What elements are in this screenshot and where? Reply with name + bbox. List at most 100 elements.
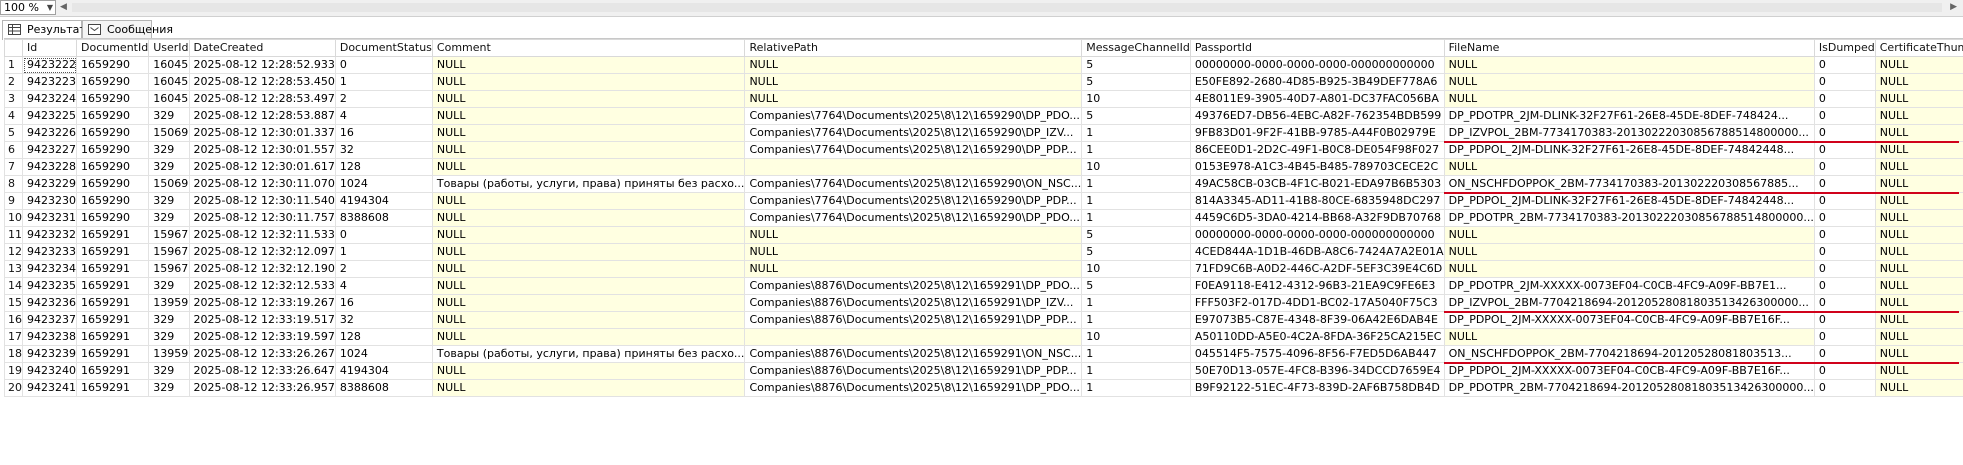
- table-cell[interactable]: 16045: [149, 74, 189, 91]
- table-cell[interactable]: 1659291: [77, 295, 149, 312]
- table-cell[interactable]: 86CEE0D1-2D2C-49F1-B0C8-DE054F98F027: [1190, 142, 1444, 159]
- row-number[interactable]: 7: [5, 159, 23, 176]
- table-cell[interactable]: NULL: [432, 312, 745, 329]
- table-cell[interactable]: 9423241: [23, 380, 77, 397]
- column-header[interactable]: DocumentStatus: [335, 40, 432, 57]
- table-cell[interactable]: Companies\7764\Documents\2025\8\12\16592…: [745, 125, 1082, 142]
- table-cell[interactable]: 15967: [149, 227, 189, 244]
- table-cell[interactable]: 0: [1814, 244, 1875, 261]
- table-cell[interactable]: NULL: [1875, 295, 1963, 312]
- table-cell[interactable]: 2025-08-12 12:32:12.097: [189, 244, 335, 261]
- table-cell[interactable]: NULL: [1875, 159, 1963, 176]
- table-cell[interactable]: NULL: [1875, 261, 1963, 278]
- table-cell[interactable]: 9423240: [23, 363, 77, 380]
- table-cell[interactable]: NULL: [745, 91, 1082, 108]
- table-cell[interactable]: 16: [335, 125, 432, 142]
- column-header[interactable]: Comment: [432, 40, 745, 57]
- table-cell[interactable]: NULL: [1875, 210, 1963, 227]
- table-cell[interactable]: NULL: [432, 57, 745, 74]
- column-header[interactable]: DocumentId: [77, 40, 149, 57]
- table-cell[interactable]: NULL: [432, 193, 745, 210]
- column-header[interactable]: DateCreated: [189, 40, 335, 57]
- table-cell[interactable]: DP_PDOTPR_2BM-7704218694-201205280818035…: [1444, 380, 1814, 397]
- table-cell[interactable]: Companies\7764\Documents\2025\8\12\16592…: [745, 142, 1082, 159]
- table-cell[interactable]: 2025-08-12 12:33:19.517: [189, 312, 335, 329]
- table-cell[interactable]: 2025-08-12 12:30:01.337: [189, 125, 335, 142]
- table-cell[interactable]: 2025-08-12 12:33:19.267: [189, 295, 335, 312]
- row-number[interactable]: 12: [5, 244, 23, 261]
- table-cell[interactable]: 1: [1082, 210, 1191, 227]
- table-cell[interactable]: 10: [1082, 329, 1191, 346]
- table-cell[interactable]: 0: [1814, 261, 1875, 278]
- table-cell[interactable]: Companies\7764\Documents\2025\8\12\16592…: [745, 176, 1082, 193]
- table-cell[interactable]: NULL: [1444, 227, 1814, 244]
- table-cell[interactable]: NULL: [432, 363, 745, 380]
- table-cell[interactable]: 2025-08-12 12:30:01.557: [189, 142, 335, 159]
- table-cell[interactable]: 329: [149, 159, 189, 176]
- table-row[interactable]: 19942324016592913292025-08-12 12:33:26.6…: [5, 363, 1963, 380]
- column-header[interactable]: PassportId: [1190, 40, 1444, 57]
- table-cell[interactable]: 9423223: [23, 74, 77, 91]
- table-cell[interactable]: 0153E978-A1C3-4B45-B485-789703CECE2C: [1190, 159, 1444, 176]
- table-cell[interactable]: NULL: [432, 244, 745, 261]
- table-row[interactable]: 4942322516592903292025-08-12 12:28:53.88…: [5, 108, 1963, 125]
- table-cell[interactable]: 9423225: [23, 108, 77, 125]
- table-cell[interactable]: 329: [149, 312, 189, 329]
- table-row[interactable]: 1394232341659291159672025-08-12 12:32:12…: [5, 261, 1963, 278]
- table-cell[interactable]: 2025-08-12 12:28:52.933: [189, 57, 335, 74]
- table-cell[interactable]: ON_NSCHFDOPPOK_2BM-7704218694-2012052808…: [1444, 346, 1814, 363]
- table-cell[interactable]: 0: [1814, 125, 1875, 142]
- table-cell[interactable]: 0: [1814, 210, 1875, 227]
- table-cell[interactable]: 1659291: [77, 244, 149, 261]
- table-cell[interactable]: A50110DD-A5E0-4C2A-8FDA-36F25CA215EC: [1190, 329, 1444, 346]
- table-cell[interactable]: NULL: [1875, 193, 1963, 210]
- table-cell[interactable]: NULL: [1875, 91, 1963, 108]
- table-cell[interactable]: NULL: [1875, 278, 1963, 295]
- table-cell[interactable]: [745, 329, 1082, 346]
- table-row[interactable]: 20942324116592913292025-08-12 12:33:26.9…: [5, 380, 1963, 397]
- tab-results[interactable]: Результаты: [2, 20, 82, 40]
- table-cell[interactable]: 13959: [149, 346, 189, 363]
- table-cell[interactable]: DP_PDPOL_2JM-XXXXX-0073EF04-C0CB-4FC9-A0…: [1444, 363, 1814, 380]
- table-cell[interactable]: Companies\8876\Documents\2025\8\12\16592…: [745, 380, 1082, 397]
- table-cell[interactable]: [745, 159, 1082, 176]
- row-number[interactable]: 9: [5, 193, 23, 210]
- zoom-select[interactable]: 100 % ▼: [0, 0, 56, 15]
- table-cell[interactable]: 2025-08-12 12:30:01.617: [189, 159, 335, 176]
- horizontal-scrollbar[interactable]: [72, 3, 1942, 12]
- table-cell[interactable]: 9423230: [23, 193, 77, 210]
- table-cell[interactable]: 329: [149, 142, 189, 159]
- column-header[interactable]: CertificateThumbprint: [1875, 40, 1963, 57]
- table-cell[interactable]: 1659291: [77, 312, 149, 329]
- table-cell[interactable]: 0: [1814, 227, 1875, 244]
- table-cell[interactable]: DP_PDOTPR_2JM-XXXXX-0073EF04-C0CB-4FC9-A…: [1444, 278, 1814, 295]
- table-cell[interactable]: 0: [335, 57, 432, 74]
- column-header[interactable]: FileName: [1444, 40, 1814, 57]
- table-cell[interactable]: 329: [149, 193, 189, 210]
- table-cell[interactable]: 9423227: [23, 142, 77, 159]
- row-number[interactable]: 11: [5, 227, 23, 244]
- table-cell[interactable]: 1: [1082, 125, 1191, 142]
- table-cell[interactable]: 00000000-0000-0000-0000-000000000000: [1190, 57, 1444, 74]
- table-cell[interactable]: DP_PDPOL_2JM-DLINK-32F27F61-26E8-45DE-8D…: [1444, 193, 1814, 210]
- table-cell[interactable]: DP_PDPOL_2JM-XXXXX-0073EF04-C0CB-4FC9-A0…: [1444, 312, 1814, 329]
- table-cell[interactable]: NULL: [1875, 380, 1963, 397]
- table-cell[interactable]: 1659291: [77, 380, 149, 397]
- column-header[interactable]: UserId: [149, 40, 189, 57]
- table-cell[interactable]: 00000000-0000-0000-0000-000000000000: [1190, 227, 1444, 244]
- table-cell[interactable]: NULL: [745, 227, 1082, 244]
- row-number[interactable]: 6: [5, 142, 23, 159]
- table-cell[interactable]: 1659290: [77, 193, 149, 210]
- table-cell[interactable]: 4: [335, 108, 432, 125]
- row-number[interactable]: 16: [5, 312, 23, 329]
- table-cell[interactable]: NULL: [1444, 329, 1814, 346]
- table-row[interactable]: 1194232321659291159672025-08-12 12:32:11…: [5, 227, 1963, 244]
- table-cell[interactable]: 0: [1814, 380, 1875, 397]
- table-row[interactable]: 1594232361659291139592025-08-12 12:33:19…: [5, 295, 1963, 312]
- table-cell[interactable]: DP_PDPOL_2JM-DLINK-32F27F61-26E8-45DE-8D…: [1444, 142, 1814, 159]
- table-cell[interactable]: Companies\8876\Documents\2025\8\12\16592…: [745, 312, 1082, 329]
- table-cell[interactable]: 9423238: [23, 329, 77, 346]
- table-cell[interactable]: 49AC58CB-03CB-4F1C-B021-EDA97B6B5303: [1190, 176, 1444, 193]
- table-cell[interactable]: 1659290: [77, 74, 149, 91]
- table-cell[interactable]: Товары (работы, услуги, права) приняты б…: [432, 176, 745, 193]
